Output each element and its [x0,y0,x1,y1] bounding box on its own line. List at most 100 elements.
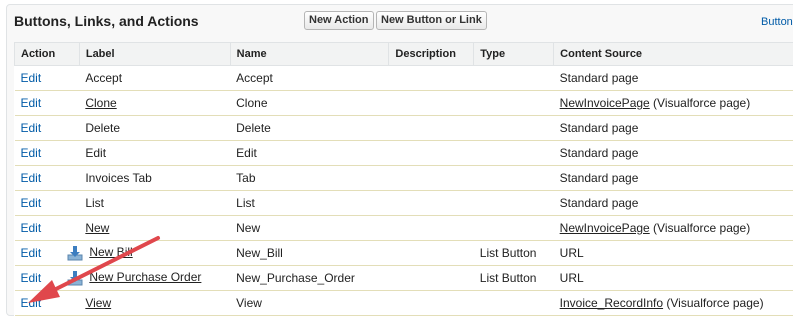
content-source-suffix: (Visualforce page) [649,221,751,235]
label-cell: New Purchase Order [67,265,231,291]
content-source-cell: NewInvoicePage (Visualforce page) [553,90,793,116]
edit-link[interactable]: Edit [21,121,42,135]
name-cell: Edit [230,140,389,166]
edit-link[interactable]: Edit [21,146,42,160]
content-source-suffix: (Visualforce page) [663,296,764,310]
content-source-text: URL [559,271,584,285]
description-cell [388,65,474,91]
label-cell: List [79,190,231,216]
content-source-link[interactable]: NewInvoicePage [560,96,650,110]
content-source-link[interactable]: Invoice_RecordInfo [560,296,663,310]
label-link[interactable]: New [85,221,109,235]
name-cell: New [230,215,389,241]
label-cell: Accept [79,65,231,91]
content-source-cell: NewInvoicePage (Visualforce page) [553,215,793,241]
download-icon [67,271,83,286]
section-title: Buttons, Links, and Actions [14,13,199,29]
content-source-cell: Standard page [553,165,793,191]
label-cell: Clone [79,90,231,116]
column-header-name: Name [229,42,390,66]
table-row: Edit List List Standard page [14,190,793,216]
table-header-row: Action Label Name Description Type Conte… [14,42,793,66]
label-link[interactable]: View [85,296,111,310]
name-cell: Tab [230,165,389,191]
table-row: Edit Delete Delete Standard page [14,115,793,141]
content-source-text: Standard page [559,171,639,185]
label-text: Accept [85,71,123,85]
label-cell: New [79,215,231,241]
download-icon [67,246,83,261]
label-text: Edit [85,146,107,160]
action-cell: Edit [14,165,80,191]
label-link[interactable]: New Purchase Order [89,270,201,284]
name-cell: New_Purchase_Order [230,265,389,291]
label-cell: New Bill [67,240,231,266]
label-cell: Edit [79,140,231,166]
type-cell [473,140,554,166]
content-source-cell: Standard page [553,140,793,166]
description-cell [388,90,474,116]
action-cell: Edit [14,65,80,91]
type-cell [473,115,554,141]
action-cell: Edit [14,140,80,166]
name-cell: Delete [230,115,389,141]
description-cell [388,190,474,216]
description-cell [388,265,474,291]
edit-link[interactable]: Edit [21,271,42,285]
content-source-text: Standard page [559,146,639,160]
content-source-cell: URL [553,240,793,266]
action-cell: Edit [14,290,80,316]
type-cell [473,190,554,216]
column-header-content-source: Content Source [553,42,793,66]
edit-link[interactable]: Edit [21,196,42,210]
label-text: Delete [85,121,121,135]
content-source-cell: Standard page [553,115,793,141]
buttons-table: Action Label Name Description Type Conte… [14,42,793,316]
content-source-text: Standard page [559,196,639,210]
column-header-description: Description [388,42,475,66]
content-source-cell: Standard page [553,190,793,216]
table-row: Edit Accept Accept Standard page [14,65,793,91]
new-action-button[interactable]: New Action [304,11,374,30]
label-cell: View [79,290,231,316]
content-source-text: Standard page [559,121,639,135]
table-row: Edit New Bill New_Bill List Button URL [14,240,793,266]
table-row: Edit Invoices Tab Tab Standard page [14,165,793,191]
edit-link[interactable]: Edit [21,71,42,85]
type-cell: List Button [473,265,554,291]
name-cell: New_Bill [230,240,389,266]
action-cell: Edit [14,215,80,241]
description-cell [388,140,474,166]
action-cell: Edit [14,90,80,116]
edit-link[interactable]: Edit [21,246,42,260]
name-cell: Clone [230,90,389,116]
content-source-text: Standard page [559,71,639,85]
label-link[interactable]: New Bill [89,245,132,259]
name-cell: List [230,190,389,216]
action-cell: Edit [14,190,80,216]
type-cell [473,215,554,241]
type-cell [473,90,554,116]
buttons-help-link[interactable]: Button [761,16,793,28]
new-button-or-link-button[interactable]: New Button or Link [376,11,487,30]
edit-link[interactable]: Edit [21,171,42,185]
table-row: Edit Clone Clone NewInvoicePage (Visualforc… [14,90,793,116]
content-source-link[interactable]: NewInvoicePage [560,221,650,235]
edit-link[interactable]: Edit [21,96,42,110]
content-source-cell: URL [553,265,793,291]
edit-link[interactable]: Edit [21,296,42,310]
description-cell [388,115,474,141]
label-text: Invoices Tab [85,171,152,185]
label-cell: Delete [79,115,231,141]
name-cell: View [230,290,389,316]
label-cell: Invoices Tab [79,165,231,191]
content-source-cell: Invoice_RecordInfo (Visualforce page) [553,290,793,316]
content-source-text: URL [559,246,584,260]
label-text: List [85,196,105,210]
edit-link[interactable]: Edit [21,221,42,235]
description-cell [388,215,474,241]
table-row: Edit New New NewInvoicePage (Visualforce pa… [14,215,793,241]
column-header-label: Label [78,42,231,66]
label-link[interactable]: Clone [85,96,116,110]
content-source-suffix: (Visualforce page) [649,96,751,110]
